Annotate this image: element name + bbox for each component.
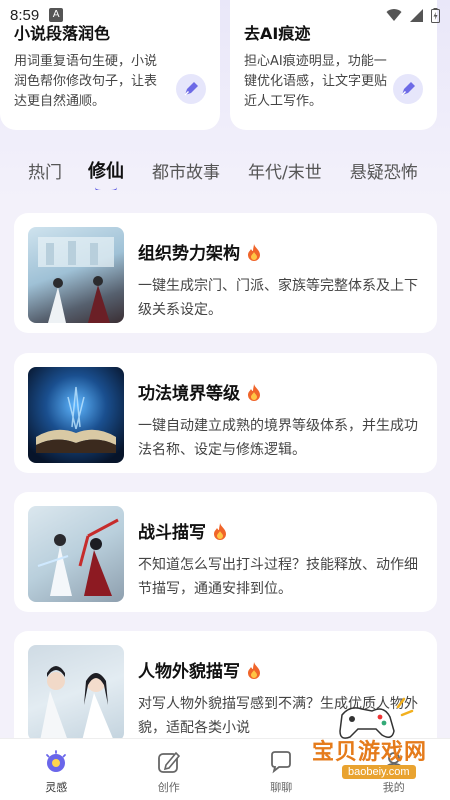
card-title: 人物外貌描写	[138, 662, 240, 682]
tab-urban[interactable]: 都市故事	[152, 158, 220, 183]
card-thumbnail	[28, 227, 124, 323]
card-thumbnail	[28, 367, 124, 463]
nav-label: 创作	[157, 781, 180, 794]
nav-label: 聊聊	[270, 781, 293, 794]
wifi-icon	[386, 8, 402, 21]
hot-fire-icon	[214, 522, 226, 540]
nav-create[interactable]: 创作	[129, 749, 209, 795]
nav-label: 灵感	[45, 781, 68, 794]
chat-icon	[271, 751, 292, 774]
category-tabs: 热门 修仙 都市故事 年代/末世 悬疑恐怖	[0, 150, 450, 190]
card-title: 功法境界等级	[138, 384, 240, 404]
tab-era[interactable]: 年代/末世	[248, 158, 322, 183]
battery-icon	[431, 7, 440, 23]
card-title: 战斗描写	[138, 523, 206, 543]
tab-hot[interactable]: 热门	[28, 158, 62, 183]
pen-icon	[184, 82, 198, 96]
hot-fire-icon	[248, 661, 260, 679]
nav-chat[interactable]: 聊聊	[241, 749, 321, 795]
hot-fire-icon	[248, 243, 260, 261]
status-time: 8:59	[10, 6, 40, 24]
card-thumbnail	[28, 506, 124, 602]
watermark-text: 宝贝游戏网	[312, 740, 428, 765]
tab-label: 修仙	[88, 161, 124, 182]
status-bar: 8:59 A	[0, 0, 450, 30]
notification-icon: A	[49, 8, 64, 22]
write-button[interactable]	[176, 74, 206, 104]
lightbulb-icon	[46, 750, 67, 772]
card-title: 组织势力架构	[138, 244, 240, 264]
hot-fire-icon	[248, 383, 260, 401]
feature-card-organization[interactable]: 组织势力架构 一键生成宗门、门派、家族等完整体系及上下级关系设定。	[14, 213, 437, 333]
feature-card-cultivation[interactable]: 功法境界等级 一键自动建立成熟的境界等级体系，并生成功法名称、设定与修炼逻辑。	[14, 353, 437, 473]
edit-icon	[157, 751, 180, 773]
watermark-url: baobeiy.com	[342, 765, 416, 779]
card-desc: 不知道怎么写出打斗过程？技能释放、动作细节描写，通通安排到位。	[138, 557, 418, 597]
card-thumbnail	[28, 645, 124, 741]
tab-suspense[interactable]: 悬疑恐怖	[350, 158, 418, 183]
write-button[interactable]	[393, 74, 423, 104]
signal-icon	[410, 8, 423, 22]
card-desc: 一键生成宗门、门派、家族等完整体系及上下级关系设定。	[138, 278, 418, 318]
nav-inspiration[interactable]: 灵感	[16, 749, 96, 795]
active-tab-indicator	[95, 187, 117, 190]
card-desc: 用词重复语句生硬，小说润色帮你修改句子，让表达更自然通顺。	[14, 54, 158, 109]
pen-icon	[401, 82, 415, 96]
card-desc: 一键自动建立成熟的境界等级体系，并生成功法名称、设定与修炼逻辑。	[138, 418, 418, 458]
card-desc: 担心AI痕迹明显，功能一键优化语感，让文字更贴近人工写作。	[244, 54, 388, 109]
feature-card-battle[interactable]: 战斗描写 不知道怎么写出打斗过程？技能释放、动作细节描写，通通安排到位。	[14, 492, 437, 612]
tab-xiuxian[interactable]: 修仙	[88, 157, 124, 183]
